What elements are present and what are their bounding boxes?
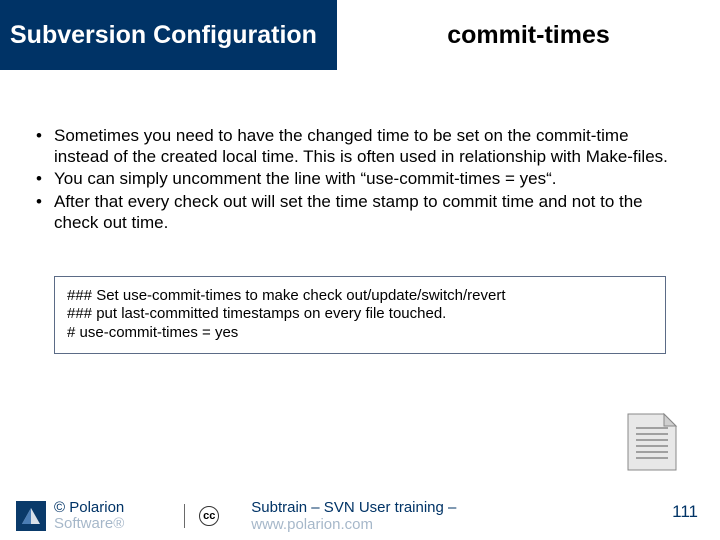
slide-footer: © Polarion Software® cc Subtrain – SVN U… bbox=[0, 492, 720, 540]
cc-license-icon: cc bbox=[199, 506, 219, 526]
training-text: Subtrain – SVN User training – www.polar… bbox=[251, 499, 456, 533]
polarion-logo-icon bbox=[16, 501, 46, 531]
bullet-text: After that every check out will set the … bbox=[54, 192, 688, 233]
header-left: Subversion Configuration bbox=[0, 0, 337, 70]
copyright-text: © Polarion Software® bbox=[54, 500, 124, 532]
copyright-line1: © Polarion bbox=[54, 500, 124, 516]
document-icon bbox=[624, 412, 680, 476]
bullet-icon: • bbox=[32, 126, 54, 167]
list-item: • Sometimes you need to have the changed… bbox=[32, 126, 688, 167]
slide-title: commit-times bbox=[447, 21, 610, 50]
code-line: ### put last-committed timestamps on eve… bbox=[67, 305, 653, 324]
config-snippet-box: ### Set use-commit-times to make check o… bbox=[54, 276, 666, 354]
bullet-text: Sometimes you need to have the changed t… bbox=[54, 126, 688, 167]
training-line1: Subtrain – SVN User training – bbox=[251, 499, 456, 516]
bullet-icon: • bbox=[32, 192, 54, 233]
bullet-list: • Sometimes you need to have the changed… bbox=[32, 126, 688, 234]
divider bbox=[184, 504, 185, 528]
slide-header: Subversion Configuration commit-times bbox=[0, 0, 720, 70]
page-number: 111 bbox=[672, 502, 698, 522]
header-category: Subversion Configuration bbox=[10, 21, 317, 50]
header-right: commit-times bbox=[337, 0, 720, 70]
copyright-line2: Software® bbox=[54, 516, 124, 532]
bullet-icon: • bbox=[32, 169, 54, 190]
bullet-text: You can simply uncomment the line with “… bbox=[54, 169, 688, 190]
code-line: # use-commit-times = yes bbox=[67, 324, 653, 343]
list-item: • After that every check out will set th… bbox=[32, 192, 688, 233]
slide: Subversion Configuration commit-times • … bbox=[0, 0, 720, 540]
slide-content: • Sometimes you need to have the changed… bbox=[0, 70, 720, 354]
code-line: ### Set use-commit-times to make check o… bbox=[67, 287, 653, 306]
list-item: • You can simply uncomment the line with… bbox=[32, 169, 688, 190]
training-line2: www.polarion.com bbox=[251, 516, 456, 533]
